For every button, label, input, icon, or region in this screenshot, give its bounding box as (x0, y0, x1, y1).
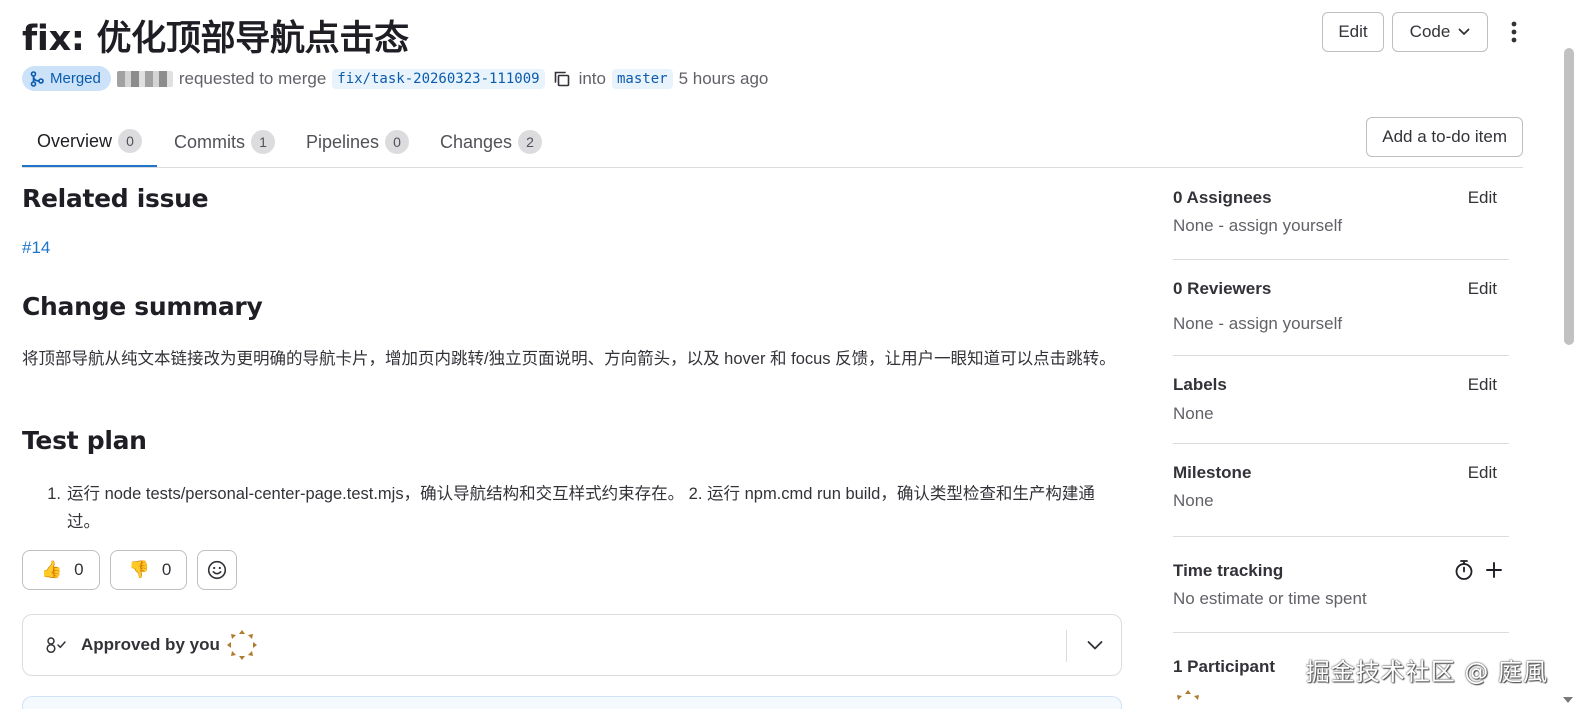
tab-label: Changes (440, 131, 513, 152)
sidebar-assignees: 0 Assignees Edit None - assign yourself (1173, 168, 1509, 260)
assignees-edit-link[interactable]: Edit (1468, 188, 1497, 208)
requested-text: requested to merge (178, 68, 327, 88)
edit-button[interactable]: Edit (1322, 12, 1384, 52)
tab-count: 1 (251, 130, 275, 154)
test-plan-heading: Test plan (22, 426, 147, 455)
issue-link[interactable]: #14 (22, 238, 50, 258)
stopwatch-icon[interactable] (1453, 559, 1475, 581)
thumbs-up-icon: 👍 (41, 560, 63, 579)
thumbs-down-count: 0 (161, 560, 172, 579)
labels-title: Labels (1173, 375, 1227, 394)
award-emoji-bar: 👍 0 👎 0 (22, 550, 238, 590)
sidebar-milestone: Milestone Edit None (1173, 444, 1509, 537)
thumbs-up-count: 0 (74, 560, 84, 579)
page-title: fix: 优化顶部导航点击态 (22, 19, 409, 59)
status-badge-label: Merged (50, 70, 101, 87)
header-actions: Edit Code (1322, 12, 1532, 52)
code-dropdown-button[interactable]: Code (1392, 12, 1488, 52)
assign-reviewer-yourself-link[interactable]: None - assign yourself (1173, 314, 1342, 334)
source-branch[interactable]: fix/task-20260323-111009 (332, 68, 545, 89)
watermark: 掘金技术社区 @ 庭風 (1305, 658, 1548, 686)
participants-title: 1 Participant (1173, 657, 1276, 676)
merge-request-tabs: Overview 0 Commits 1 Pipelines 0 Changes… (22, 117, 1523, 168)
time-tracking-value: No estimate or time spent (1173, 589, 1367, 608)
sidebar-reviewers: 0 Reviewers Edit None - assign yourself (1173, 260, 1509, 356)
thumbs-up-button[interactable]: 👍 0 (22, 550, 100, 590)
test-plan-text: 运行 node tests/personal-center-page.test.… (67, 485, 1095, 531)
target-branch[interactable]: master (612, 68, 673, 89)
add-reaction-button[interactable] (197, 550, 238, 590)
plus-icon[interactable] (1485, 561, 1503, 579)
author-avatar[interactable] (116, 70, 173, 87)
smiley-icon (208, 560, 227, 580)
merge-request-meta: Merged requested to merge fix/task-20260… (22, 66, 768, 91)
chevron-down-icon (1458, 28, 1470, 35)
milestone-edit-link[interactable]: Edit (1468, 463, 1497, 483)
list-number: 1. (47, 485, 61, 503)
milestone-title: Milestone (1173, 463, 1252, 482)
sidebar-labels: Labels Edit None (1173, 356, 1509, 444)
tab-commits[interactable]: Commits 1 (159, 117, 290, 167)
milestone-value: None (1173, 491, 1214, 510)
tab-count: 0 (118, 129, 143, 153)
approval-widget: Approved by you (22, 614, 1122, 676)
thumbs-down-button[interactable]: 👎 0 (109, 550, 188, 590)
tab-pipelines[interactable]: Pipelines 0 (291, 117, 424, 167)
time-ago: 5 hours ago (678, 68, 769, 88)
scroll-down-arrow-icon[interactable] (1563, 697, 1573, 703)
reviewers-title: 0 Reviewers (1173, 279, 1272, 298)
participant-avatar[interactable] (1173, 689, 1203, 705)
tab-count: 2 (518, 130, 543, 154)
assignees-title: 0 Assignees (1173, 188, 1272, 207)
tab-label: Overview (37, 130, 113, 151)
copy-icon[interactable] (551, 68, 573, 90)
approval-user-check-icon (46, 637, 66, 654)
code-button-label: Code (1409, 22, 1451, 41)
next-widget-card (22, 696, 1122, 709)
change-summary-heading: Change summary (22, 292, 263, 321)
chevron-down-icon[interactable] (1085, 635, 1105, 655)
page-scrollbar[interactable] (1558, 40, 1578, 709)
tab-label: Pipelines (306, 131, 380, 152)
labels-value: None (1173, 404, 1214, 423)
add-todo-button[interactable]: Add a to-do item (1366, 117, 1523, 157)
related-issue-heading: Related issue (22, 184, 209, 213)
sidebar-time-tracking: Time tracking No estimate or time spent (1173, 537, 1509, 633)
merge-icon (30, 70, 44, 87)
reviewers-edit-link[interactable]: Edit (1468, 279, 1497, 299)
change-summary-text: 将顶部导航从纯文本链接改为更明确的导航卡片，增加页内跳转/独立页面说明、方向箭头… (22, 350, 1116, 368)
tab-changes[interactable]: Changes 2 (425, 117, 557, 167)
approval-text: Approved by you (81, 635, 220, 654)
approver-avatar[interactable] (226, 629, 258, 661)
tab-count: 0 (385, 130, 410, 154)
into-text: into (578, 68, 606, 88)
tab-label: Commits (174, 131, 245, 152)
assign-yourself-link[interactable]: None - assign yourself (1173, 216, 1342, 236)
divider (1066, 630, 1067, 662)
time-tracking-title: Time tracking (1173, 561, 1284, 580)
test-plan-item: 1. 运行 node tests/personal-center-page.te… (22, 480, 1122, 536)
tab-overview[interactable]: Overview 0 (22, 117, 158, 167)
scrollbar-thumb[interactable] (1564, 48, 1574, 345)
time-tracking-actions (1453, 559, 1503, 581)
more-actions-icon[interactable] (1496, 12, 1532, 52)
thumbs-down-icon: 👎 (128, 560, 150, 579)
labels-edit-link[interactable]: Edit (1468, 375, 1497, 395)
status-badge: Merged (22, 66, 111, 91)
